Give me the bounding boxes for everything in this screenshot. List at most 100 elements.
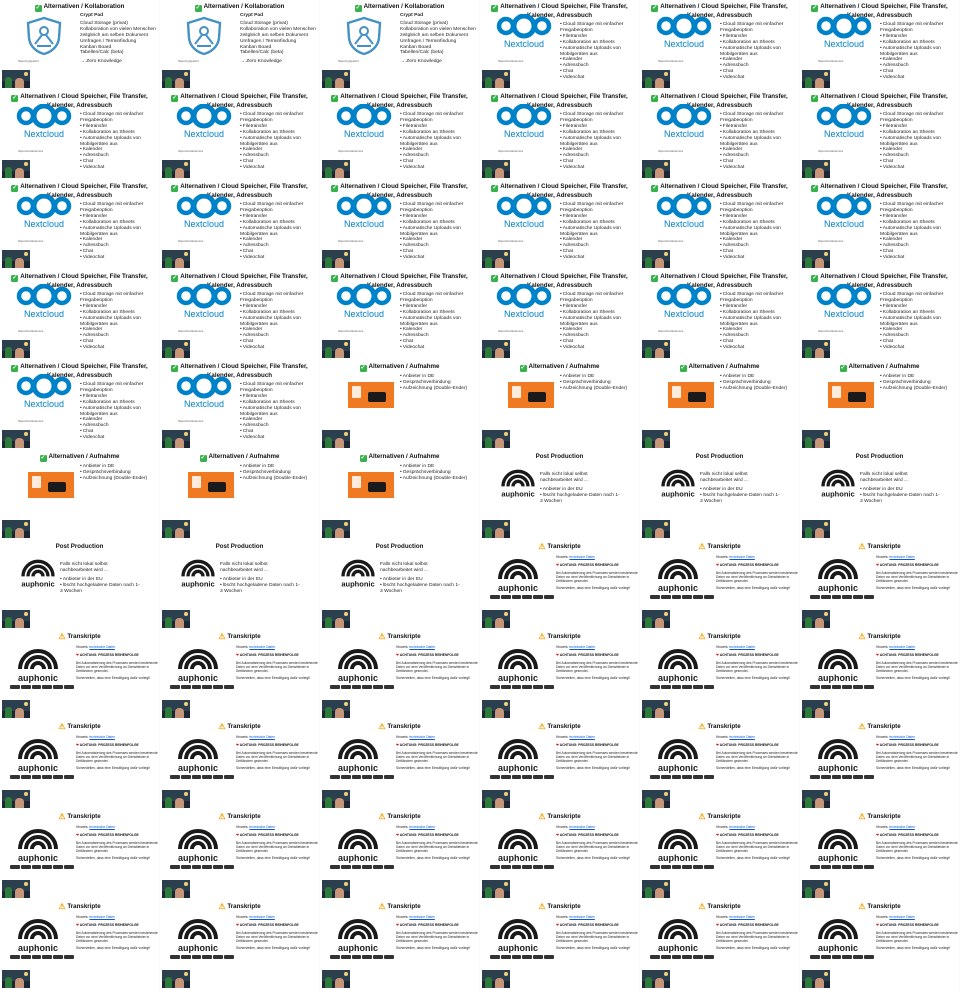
tech-data-link[interactable]: technische Daten [409, 645, 434, 649]
slide-thumbnail[interactable]: ✓ Alternativen / Cloud Speicher, File Tra… [640, 180, 800, 270]
slide-thumbnail[interactable]: ✓ Alternativen / Cloud Speicher, File Tra… [480, 180, 640, 270]
slide-thumbnail[interactable]: Post Production auphonic Falls nicht lokal… [0, 540, 160, 630]
slide-thumbnail[interactable]: ✓ Alternativen / Cloud Speicher, File Tra… [0, 90, 160, 180]
tech-data-link[interactable]: technische Daten [729, 555, 754, 559]
slide-thumbnail[interactable]: ⚠ Transkripte auphonic Hinweis: technische … [320, 630, 480, 720]
slide-thumbnail[interactable]: ⚠ Transkripte auphonic Hinweis: technische … [800, 720, 960, 810]
slide-thumbnail[interactable]: ⚠ Transkripte auphonic Hinweis: technische … [0, 810, 160, 900]
tech-data-link[interactable]: technische Daten [729, 645, 754, 649]
slide-thumbnail[interactable]: ⚠ Transkripte auphonic Hinweis: technische … [640, 720, 800, 810]
tech-data-link[interactable]: technische Daten [409, 735, 434, 739]
slide-thumbnail[interactable]: ⚠ Transkripte auphonic Hinweis: technische … [0, 630, 160, 720]
tech-data-link[interactable]: technische Daten [89, 645, 114, 649]
tech-data-link[interactable]: technische Daten [409, 915, 434, 919]
slide-thumbnail[interactable]: ✓ Alternativen / Cloud Speicher, File Tra… [800, 180, 960, 270]
slide-thumbnail[interactable]: ⚠ Transkripte auphonic Hinweis: technische … [320, 810, 480, 900]
tech-data-link[interactable]: technische Daten [729, 825, 754, 829]
slide-thumbnail[interactable]: ✓ Alternativen / Cloud Speicher, File Tra… [320, 270, 480, 360]
bullet-item: Aufzeichnung (Double-Ender) [400, 476, 476, 482]
slide-thumbnail[interactable]: ✓ Alternativen / Cloud Speicher, File Tra… [480, 90, 640, 180]
slide-thumbnail[interactable]: ⚠ Transkripte auphonic Hinweis: technische … [480, 540, 640, 630]
slide-thumbnail[interactable]: ✓ Alternativen / Cloud Speicher, File Tra… [640, 90, 800, 180]
slide-thumbnail[interactable]: ⚠ Transkripte auphonic Hinweis: technische … [0, 900, 160, 990]
slide-thumbnail[interactable]: ⚠ Transkripte auphonic Hinweis: technische … [640, 900, 800, 990]
slide-thumbnail[interactable]: ✓Alternativen / Aufnahme Anbieter in DEGe… [320, 360, 480, 450]
slide-thumbnail[interactable]: ⚠ Transkripte auphonic Hinweis: technische … [320, 720, 480, 810]
tech-data-link[interactable]: technische Daten [569, 735, 594, 739]
slide-thumbnail[interactable]: Post Production auphonic Falls nicht lokal… [320, 540, 480, 630]
slide-thumbnail[interactable]: ✓ Alternativen / Cloud Speicher, File Tra… [640, 270, 800, 360]
slide-thumbnail[interactable]: ⚠ Transkripte auphonic Hinweis: technische … [640, 540, 800, 630]
tech-data-link[interactable]: technische Daten [89, 915, 114, 919]
slide-thumbnail[interactable]: ⚠ Transkripte auphonic Hinweis: technische … [480, 720, 640, 810]
slide-thumbnail[interactable]: Post Production auphonic Falls nicht lokal… [640, 450, 800, 540]
slide-thumbnail[interactable]: ⚠ Transkripte auphonic Hinweis: technische … [640, 630, 800, 720]
tech-data-link[interactable]: technische Daten [89, 825, 114, 829]
slide-thumbnail[interactable]: ✓ Alternativen / Cloud Speicher, File Tra… [480, 270, 640, 360]
tech-data-link[interactable]: technische Daten [889, 645, 914, 649]
slide-thumbnail[interactable]: ✓Alternativen / Aufnahme Anbieter in DEGe… [640, 360, 800, 450]
slide-thumbnail[interactable]: ⚠ Transkripte auphonic Hinweis: technische … [800, 630, 960, 720]
slide-thumbnail[interactable]: ✓ Alternativen / Cloud Speicher, File Tra… [800, 0, 960, 90]
slide-thumbnail[interactable]: ✓ Alternativen / Cloud Speicher, File Tra… [160, 270, 320, 360]
slide-thumbnail[interactable]: ⚠ Transkripte auphonic Hinweis: technische … [640, 810, 800, 900]
webcam-plant [645, 347, 652, 358]
warning-heading: ACHTUNG: PROZESS REIHENFOLGE [716, 923, 798, 927]
slide-thumbnail[interactable]: ✓ Alternativen / Cloud Speicher, File Tra… [0, 360, 160, 450]
slide-thumbnail[interactable]: Post Production auphonic Falls nicht lokal… [160, 540, 320, 630]
slide-thumbnail[interactable]: ⚠ Transkripte auphonic Hinweis: technische … [480, 900, 640, 990]
tech-data-link[interactable]: technische Daten [889, 915, 914, 919]
tech-data-link[interactable]: technische Daten [249, 825, 274, 829]
slide-thumbnail[interactable]: ✓ Alternativen / Cloud Speicher, File Tra… [160, 360, 320, 450]
tech-data-link[interactable]: technische Daten [249, 645, 274, 649]
slide-thumbnail[interactable]: ✓ Alternativen / Cloud Speicher, File Tra… [0, 270, 160, 360]
slide-thumbnail[interactable]: ✓ Alternativen / Cloud Speicher, File Tra… [0, 180, 160, 270]
slide-thumbnail[interactable]: ✓ Alternativen / Cloud Speicher, File Tra… [800, 90, 960, 180]
slide-thumbnail[interactable]: ⚠ Transkripte auphonic Hinweis: technische … [160, 810, 320, 900]
slide-thumbnail[interactable]: ✓ Alternativen / Cloud Speicher, File Tra… [160, 90, 320, 180]
slide-thumbnail[interactable]: ⚠ Transkripte auphonic Hinweis: technische … [160, 900, 320, 990]
slide-thumbnail[interactable]: ✓ Alternativen / Cloud Speicher, File Tra… [320, 180, 480, 270]
slide-thumbnail[interactable]: ⚠ Transkripte auphonic Hinweis: technische … [320, 900, 480, 990]
slide-thumbnail[interactable]: ⚠ Transkripte auphonic Hinweis: technische … [800, 540, 960, 630]
tech-data-link[interactable]: technische Daten [889, 735, 914, 739]
tech-data-link[interactable]: technische Daten [889, 825, 914, 829]
tech-data-link[interactable]: technische Daten [569, 915, 594, 919]
tech-data-link[interactable]: technische Daten [569, 645, 594, 649]
slide-thumbnail[interactable]: ✓ Alternativen / Kollaboration https://cry… [0, 0, 160, 90]
tech-data-link[interactable]: technische Daten [249, 735, 274, 739]
slide-thumbnail[interactable]: ✓Alternativen / Aufnahme Anbieter in DEGe… [480, 360, 640, 450]
slide-thumbnail[interactable]: Post Production auphonic Falls nicht lokal… [800, 450, 960, 540]
tech-data-link[interactable]: technische Daten [409, 825, 434, 829]
slide-thumbnail[interactable]: ✓ Alternativen / Cloud Speicher, File Tra… [480, 0, 640, 90]
slide-thumbnail[interactable]: ⚠ Transkripte auphonic Hinweis: technische … [800, 810, 960, 900]
slide-thumbnail[interactable]: ✓ Alternativen / Cloud Speicher, File Tra… [800, 270, 960, 360]
slide-thumbnail[interactable]: ✓ Alternativen / Cloud Speicher, File Tra… [320, 90, 480, 180]
slide-thumbnail[interactable]: ✓ Alternativen / Cloud Speicher, File Tra… [640, 0, 800, 90]
slide-thumbnail[interactable]: ⚠ Transkripte auphonic Hinweis: technische … [800, 900, 960, 990]
slide-thumbnail[interactable]: ⚠ Transkripte auphonic Hinweis: technische … [0, 720, 160, 810]
tech-data-link[interactable]: technische Daten [889, 555, 914, 559]
tech-data-link[interactable]: technische Daten [729, 915, 754, 919]
slide-thumbnail[interactable]: ✓Alternativen / Aufnahme Anbieter in DEGe… [0, 450, 160, 540]
tech-data-link[interactable]: technische Daten [729, 735, 754, 739]
webcam-plant [165, 527, 172, 538]
slide-thumbnail[interactable]: Post Production auphonic Falls nicht lokal… [480, 450, 640, 540]
slide-thumbnail[interactable]: ✓ Alternativen / Cloud Speicher, File Tra… [160, 180, 320, 270]
slide-thumbnail[interactable]: ⚠ Transkripte auphonic Hinweis: technische … [160, 720, 320, 810]
slide-thumbnail[interactable]: ⚠ Transkripte auphonic Hinweis: technische … [160, 630, 320, 720]
slide-thumbnail[interactable]: ✓Alternativen / Aufnahme Anbieter in DEGe… [800, 360, 960, 450]
slide-thumbnail[interactable]: ⚠ Transkripte auphonic Hinweis: technische … [480, 630, 640, 720]
webcam-thumbnail [642, 700, 670, 718]
slide-url: https://nextcloud.com/ [658, 60, 684, 63]
slide-thumbnail[interactable]: ⚠ Transkripte auphonic Hinweis: technische … [480, 810, 640, 900]
tech-data-link[interactable]: technische Daten [249, 915, 274, 919]
tech-data-link[interactable]: technische Daten [569, 555, 594, 559]
slide-thumbnail[interactable]: ✓Alternativen / Aufnahme Anbieter in DEGe… [320, 450, 480, 540]
slide-thumbnail[interactable]: ✓ Alternativen / Kollaboration https://cry… [160, 0, 320, 90]
tech-data-link[interactable]: technische Daten [569, 825, 594, 829]
webcam-plant [5, 77, 12, 88]
slide-thumbnail[interactable]: ✓Alternativen / Aufnahme Anbieter in DEGe… [160, 450, 320, 540]
slide-thumbnail[interactable]: ✓ Alternativen / Kollaboration https://cry… [320, 0, 480, 90]
tech-data-link[interactable]: technische Daten [89, 735, 114, 739]
